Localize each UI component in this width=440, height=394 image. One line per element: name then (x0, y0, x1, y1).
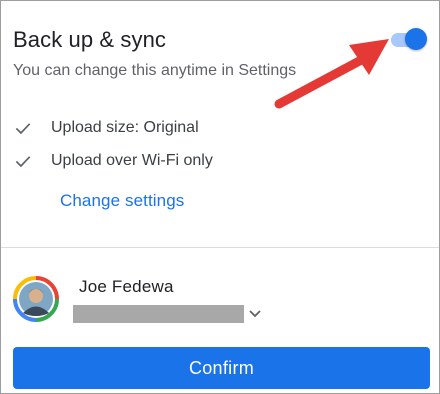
change-settings-link[interactable]: Change settings (60, 191, 184, 211)
account-email-redacted (73, 305, 244, 323)
settings-row-upload-size: Upload size: Original (13, 117, 199, 139)
confirm-button[interactable]: Confirm (13, 347, 430, 389)
backup-sync-subtitle: You can change this anytime in Settings (13, 62, 297, 79)
backup-sync-title: Back up & sync (13, 27, 167, 52)
divider (1, 247, 439, 248)
account-avatar[interactable] (13, 276, 59, 322)
backup-sync-toggle[interactable] (387, 27, 427, 53)
upload-size-label: Upload size: Original (51, 119, 199, 136)
account-name: Joe Fedewa (79, 277, 174, 296)
backup-sync-dialog: Back up & sync You can change this anyti… (0, 0, 440, 394)
wifi-only-label: Upload over Wi-Fi only (51, 152, 213, 169)
chevron-down-icon[interactable] (247, 305, 263, 321)
toggle-thumb (405, 28, 427, 50)
check-icon (15, 123, 31, 135)
check-icon (15, 156, 31, 168)
settings-row-wifi-only: Upload over Wi-Fi only (13, 150, 213, 172)
